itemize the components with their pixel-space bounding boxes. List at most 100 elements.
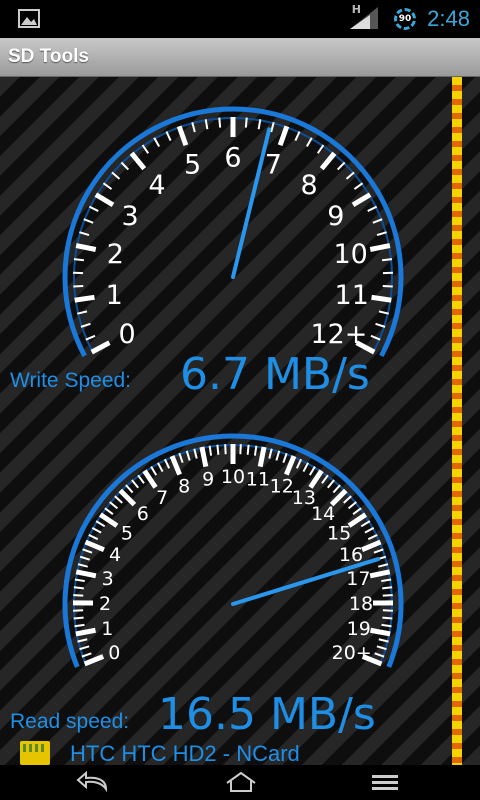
gauge-tick-label: 11 — [246, 468, 270, 490]
gauge-minor-tick — [73, 616, 84, 620]
gauge-minor-tick — [73, 586, 84, 590]
gauge-tick-label: 2 — [107, 239, 124, 270]
gauge-minor-tick — [352, 507, 362, 515]
gauge-minor-tick — [381, 623, 392, 628]
gauge-minor-tick — [114, 495, 123, 504]
gauge-major-tick — [257, 446, 267, 468]
gauge-minor-tick — [95, 520, 106, 528]
gauge-minor-tick — [218, 117, 222, 128]
gauge-minor-tick — [73, 594, 84, 597]
gauge-tick-label: 9 — [202, 468, 214, 490]
home-icon[interactable] — [224, 771, 258, 793]
sd-card-icon — [20, 741, 50, 765]
gauge-minor-tick — [109, 501, 119, 510]
gauge-tick-label: 1 — [101, 618, 113, 640]
gauge-major-tick — [94, 192, 115, 208]
gauge-minor-tick — [165, 131, 172, 142]
gauge-minor-tick — [91, 527, 102, 534]
gauge-tick-label: 6 — [137, 503, 149, 525]
gauge-minor-tick — [163, 458, 171, 469]
gauge-minor-tick — [367, 533, 378, 541]
read-speed-gauge: 012345678 9 10 11 121314151617181920+ — [62, 433, 404, 668]
gauge-tick-label: 1 — [106, 280, 123, 311]
gauge-minor-tick — [343, 495, 352, 504]
gauge-minor-tick — [216, 444, 220, 455]
sd-card-name: HTC HTC HD2 - NCard — [70, 741, 300, 765]
gauge-tick-label: 10 — [221, 466, 245, 488]
gauge-minor-tick — [73, 284, 84, 288]
gauge-tick-label: 7 — [156, 487, 168, 509]
status-bar: H 90 2:48 — [0, 0, 480, 38]
gauge-minor-tick — [244, 117, 248, 128]
gauge-minor-tick — [382, 616, 393, 620]
gauge-tick-label: 8 — [300, 170, 317, 201]
gauge-major-tick — [284, 455, 297, 476]
gauge-major-tick — [75, 243, 97, 252]
gauge-major-tick — [176, 125, 189, 147]
gauge-minor-tick — [73, 258, 85, 262]
gauge-major-tick — [83, 654, 105, 667]
gauge-tick-label: 2 — [99, 593, 111, 615]
gauge-tick-label: 12+ — [310, 319, 367, 350]
gauge-tick-label: 7 — [265, 150, 282, 181]
gauge-tick-label: 3 — [122, 201, 139, 232]
gauge-major-tick — [351, 192, 372, 208]
gauge-major-tick — [369, 569, 391, 579]
write-speed-value: 6.7 MB/s — [180, 349, 370, 400]
app-title: SD Tools — [8, 46, 89, 67]
gauge-minor-tick — [79, 645, 90, 651]
gauge-minor-tick — [104, 507, 114, 515]
speed-test-panel: 0 1 2 3 4 5 6 7 8 9 10 11 12+ Write Speed: 6.7 MB/s … — [0, 77, 480, 765]
gauge-major-tick — [84, 539, 105, 553]
gauge-minor-tick — [376, 645, 387, 651]
gauge-minor-tick — [353, 182, 364, 190]
gauge-major-tick — [75, 569, 97, 579]
gauge-minor-tick — [120, 161, 130, 171]
gauge-minor-tick — [270, 122, 275, 133]
read-speed-value: 16.5 MB/s — [158, 689, 376, 740]
gauge-minor-tick — [141, 144, 150, 154]
gauge-major-tick — [129, 151, 147, 171]
app-title-bar: SD Tools — [0, 38, 480, 77]
gauge-tick-label: 10 — [333, 239, 367, 270]
gauge-minor-tick — [85, 334, 96, 341]
gauge-minor-tick — [191, 122, 196, 133]
navigation-bar — [0, 765, 480, 800]
gauge-minor-tick — [347, 501, 357, 510]
gauge-minor-tick — [153, 137, 161, 147]
back-icon[interactable] — [76, 771, 110, 793]
image-icon — [18, 9, 40, 28]
signal-icon — [350, 7, 378, 29]
gauge-major-tick — [369, 243, 391, 252]
gauge-tick-label: 8 — [178, 475, 190, 497]
sd-card-row[interactable]: HTC HTC HD2 - NCard — [20, 737, 440, 765]
gauge-tick-label: 11 — [335, 280, 369, 311]
menu-icon[interactable] — [368, 771, 402, 793]
gauge-tick-label: 20+ — [332, 642, 372, 664]
gauge-minor-tick — [381, 258, 393, 262]
gauge-major-tick — [199, 446, 209, 468]
gauge-minor-tick — [275, 450, 281, 461]
gauge-minor-tick — [327, 479, 335, 489]
gauge-minor-tick — [332, 484, 341, 494]
gauge-minor-tick — [370, 334, 381, 341]
gauge-major-tick — [90, 340, 111, 355]
gauge-major-tick — [371, 294, 392, 303]
gauge-minor-tick — [294, 131, 301, 142]
status-clock: 2:48 — [427, 6, 470, 31]
gauge-minor-tick — [308, 466, 316, 476]
write-speed-gauge: 0 1 2 345 6 789 10 11 12+ — [62, 106, 404, 358]
gauge-tick-label: 6 — [224, 143, 241, 174]
gauge-minor-tick — [382, 594, 393, 597]
gauge-minor-tick — [111, 171, 121, 180]
gauge-tick-label: 9 — [327, 201, 344, 232]
gauge-minor-tick — [367, 205, 378, 212]
gauge-minor-tick — [157, 462, 164, 473]
gauge-minor-tick — [382, 586, 393, 590]
gauge-minor-tick — [345, 171, 355, 180]
gauge-major-tick — [142, 469, 158, 489]
battery-level: 90 — [398, 14, 412, 24]
gauge-minor-tick — [360, 520, 371, 528]
gauge-minor-tick — [246, 444, 250, 455]
gauge-tick-label: 4 — [148, 170, 165, 201]
